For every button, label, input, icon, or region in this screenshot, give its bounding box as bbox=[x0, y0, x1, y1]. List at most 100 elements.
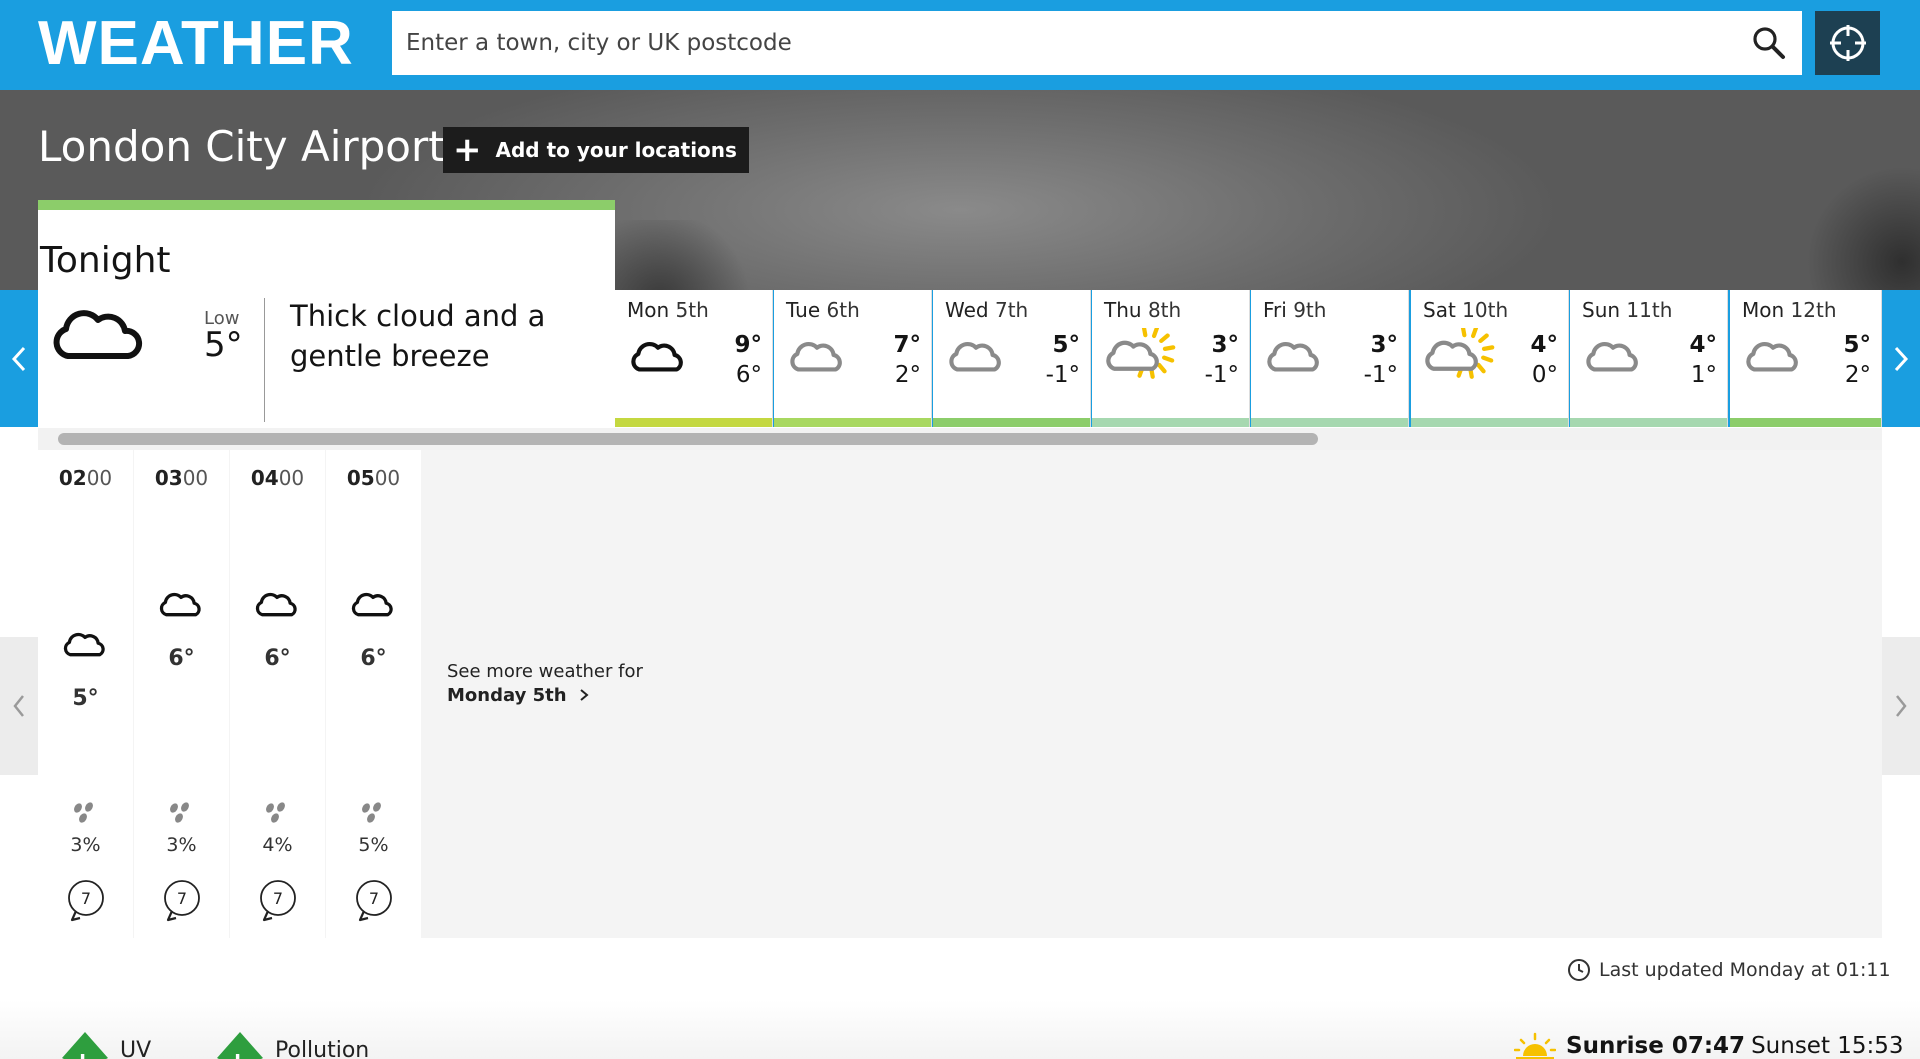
chance-of-rain: 3% bbox=[166, 834, 197, 856]
temperature-color-bar bbox=[933, 418, 1090, 427]
pollution-indicator[interactable]: L Pollution bbox=[215, 1030, 369, 1059]
raindrops-icon bbox=[74, 802, 93, 823]
day-name: Mon 5th bbox=[627, 298, 709, 322]
low-temperature: 0° bbox=[1531, 362, 1558, 388]
chance-of-rain: 5% bbox=[358, 834, 389, 856]
hour-column[interactable]: 0400 6° 4% 7 bbox=[230, 450, 325, 938]
chevron-left-icon bbox=[11, 346, 26, 371]
low-temperature: 5° bbox=[204, 325, 243, 365]
day-tab-mon-12th[interactable]: Mon 12th 5° 2° bbox=[1730, 290, 1882, 427]
previous-days-button[interactable] bbox=[0, 290, 38, 427]
hourly-next-button[interactable] bbox=[1882, 637, 1920, 775]
last-updated: Last updated Monday at 01:11 bbox=[1567, 958, 1891, 982]
chevron-right-icon bbox=[580, 689, 589, 701]
sunrise-time: Sunrise 07:47 bbox=[1566, 1033, 1746, 1059]
thick-cloud-icon bbox=[159, 592, 201, 617]
hour-time: 0300 bbox=[154, 466, 209, 490]
svg-text:7: 7 bbox=[369, 889, 379, 908]
search-box bbox=[392, 11, 1802, 75]
sunny-intervals-icon bbox=[1106, 324, 1176, 379]
hour-column[interactable]: 0200 5° 3% 7 bbox=[38, 450, 133, 938]
light-cloud-icon bbox=[949, 342, 1001, 372]
day-tab-wed-7th[interactable]: Wed 7th 5° -1° bbox=[933, 290, 1091, 427]
temperature-color-bar bbox=[1730, 418, 1881, 427]
svg-text:7: 7 bbox=[177, 889, 187, 908]
add-to-locations-button[interactable]: + Add to your locations bbox=[443, 127, 749, 173]
day-name: Sat 10th bbox=[1423, 298, 1509, 322]
hour-column[interactable]: 0500 6° 5% 7 bbox=[326, 450, 421, 938]
low-temperature: -1° bbox=[1204, 362, 1239, 388]
chevron-right-icon bbox=[1894, 346, 1909, 371]
svg-text:L: L bbox=[79, 1051, 90, 1059]
hour-time: 0500 bbox=[346, 466, 401, 490]
raindrops-icon bbox=[266, 802, 285, 823]
weather-logo[interactable]: WEATHER bbox=[38, 8, 354, 79]
tonight-description: Thick cloud and a gentle breeze bbox=[290, 299, 546, 373]
find-my-location-button[interactable] bbox=[1815, 11, 1880, 75]
thick-cloud-icon bbox=[53, 310, 143, 359]
day-name: Thu 8th bbox=[1104, 298, 1182, 322]
hour-column[interactable]: 0300 6° 3% 7 bbox=[134, 450, 229, 938]
sunset-time: Sunset 15:53 bbox=[1751, 1033, 1904, 1059]
thick-cloud-icon bbox=[63, 632, 105, 657]
temperature-color-bar bbox=[615, 418, 772, 427]
pollution-level-badge: L bbox=[217, 1032, 263, 1059]
low-temperature: 6° bbox=[735, 362, 762, 388]
wind-direction-icon: 7 bbox=[164, 880, 200, 922]
low-temperature: -1° bbox=[1363, 362, 1398, 388]
location-title: London City Airport bbox=[38, 122, 445, 171]
tonight-title: Tonight bbox=[40, 240, 171, 281]
scrollbar-thumb[interactable] bbox=[58, 433, 1318, 445]
light-cloud-icon bbox=[790, 342, 842, 372]
low-temperature: 2° bbox=[894, 362, 921, 388]
hour-time: 0200 bbox=[58, 466, 113, 490]
wind-direction-icon: 7 bbox=[356, 880, 392, 922]
plus-icon: + bbox=[453, 130, 482, 170]
tonight-card[interactable]: Tonight Low 5° Thick cloud and a gentle … bbox=[38, 200, 615, 428]
hourly-scrollbar[interactable] bbox=[38, 428, 1882, 450]
hour-temperature: 6° bbox=[360, 646, 387, 671]
day-tab-tue-6th[interactable]: Tue 6th 7° 2° bbox=[774, 290, 932, 427]
wind-direction-icon: 7 bbox=[260, 880, 296, 922]
day-name: Tue 6th bbox=[786, 298, 860, 322]
high-temperature: 7° bbox=[893, 332, 921, 358]
search-icon bbox=[1753, 27, 1785, 59]
next-days-button[interactable] bbox=[1882, 290, 1920, 427]
see-more-text: See more weather for bbox=[447, 661, 643, 682]
high-temperature: 5° bbox=[1052, 332, 1080, 358]
thick-cloud-icon bbox=[255, 592, 297, 617]
top-bar: WEATHER bbox=[0, 0, 1920, 90]
day-tab-thu-8th[interactable]: Thu 8th 3° -1° bbox=[1092, 290, 1250, 427]
day-name: Sun 11th bbox=[1582, 298, 1673, 322]
add-to-locations-label: Add to your locations bbox=[495, 138, 737, 162]
search-button[interactable] bbox=[1744, 19, 1794, 67]
day-tab-mon-5th[interactable]: Mon 5th 9° 6° bbox=[615, 290, 773, 427]
chance-of-rain: 4% bbox=[262, 834, 293, 856]
light-cloud-icon bbox=[1267, 342, 1319, 372]
day-tab-fri-9th[interactable]: Fri 9th 3° -1° bbox=[1251, 290, 1409, 427]
temperature-color-bar bbox=[1251, 418, 1408, 427]
uv-indicator[interactable]: L UV bbox=[60, 1030, 151, 1059]
temperature-color-bar bbox=[774, 418, 931, 427]
day-tab-sun-11th[interactable]: Sun 11th 4° 1° bbox=[1570, 290, 1728, 427]
hourly-previous-button[interactable] bbox=[0, 637, 38, 775]
location-search-input[interactable] bbox=[392, 11, 1732, 75]
uv-level-badge: L bbox=[62, 1032, 108, 1059]
see-more-link[interactable]: See more weather for Monday 5th bbox=[447, 660, 643, 708]
high-temperature: 3° bbox=[1370, 332, 1398, 358]
crosshair-icon bbox=[1829, 25, 1866, 61]
high-temperature: 5° bbox=[1843, 332, 1871, 358]
day-tab-sat-10th[interactable]: Sat 10th 4° 0° bbox=[1411, 290, 1569, 427]
temperature-color-bar bbox=[1092, 418, 1249, 427]
svg-text:L: L bbox=[234, 1051, 245, 1059]
hour-temperature: 5° bbox=[72, 686, 99, 711]
high-temperature: 3° bbox=[1211, 332, 1239, 358]
sunrise-icon bbox=[1514, 1032, 1556, 1059]
hour-temperature: 6° bbox=[264, 646, 291, 671]
svg-text:7: 7 bbox=[81, 889, 91, 908]
low-temperature: 2° bbox=[1844, 362, 1871, 388]
clock-icon bbox=[1568, 959, 1590, 981]
sunrise-sunset: Sunrise 07:47 Sunset 15:53 bbox=[1514, 1032, 1904, 1059]
chance-of-rain: 3% bbox=[70, 834, 101, 856]
day-name: Fri 9th bbox=[1263, 298, 1327, 322]
